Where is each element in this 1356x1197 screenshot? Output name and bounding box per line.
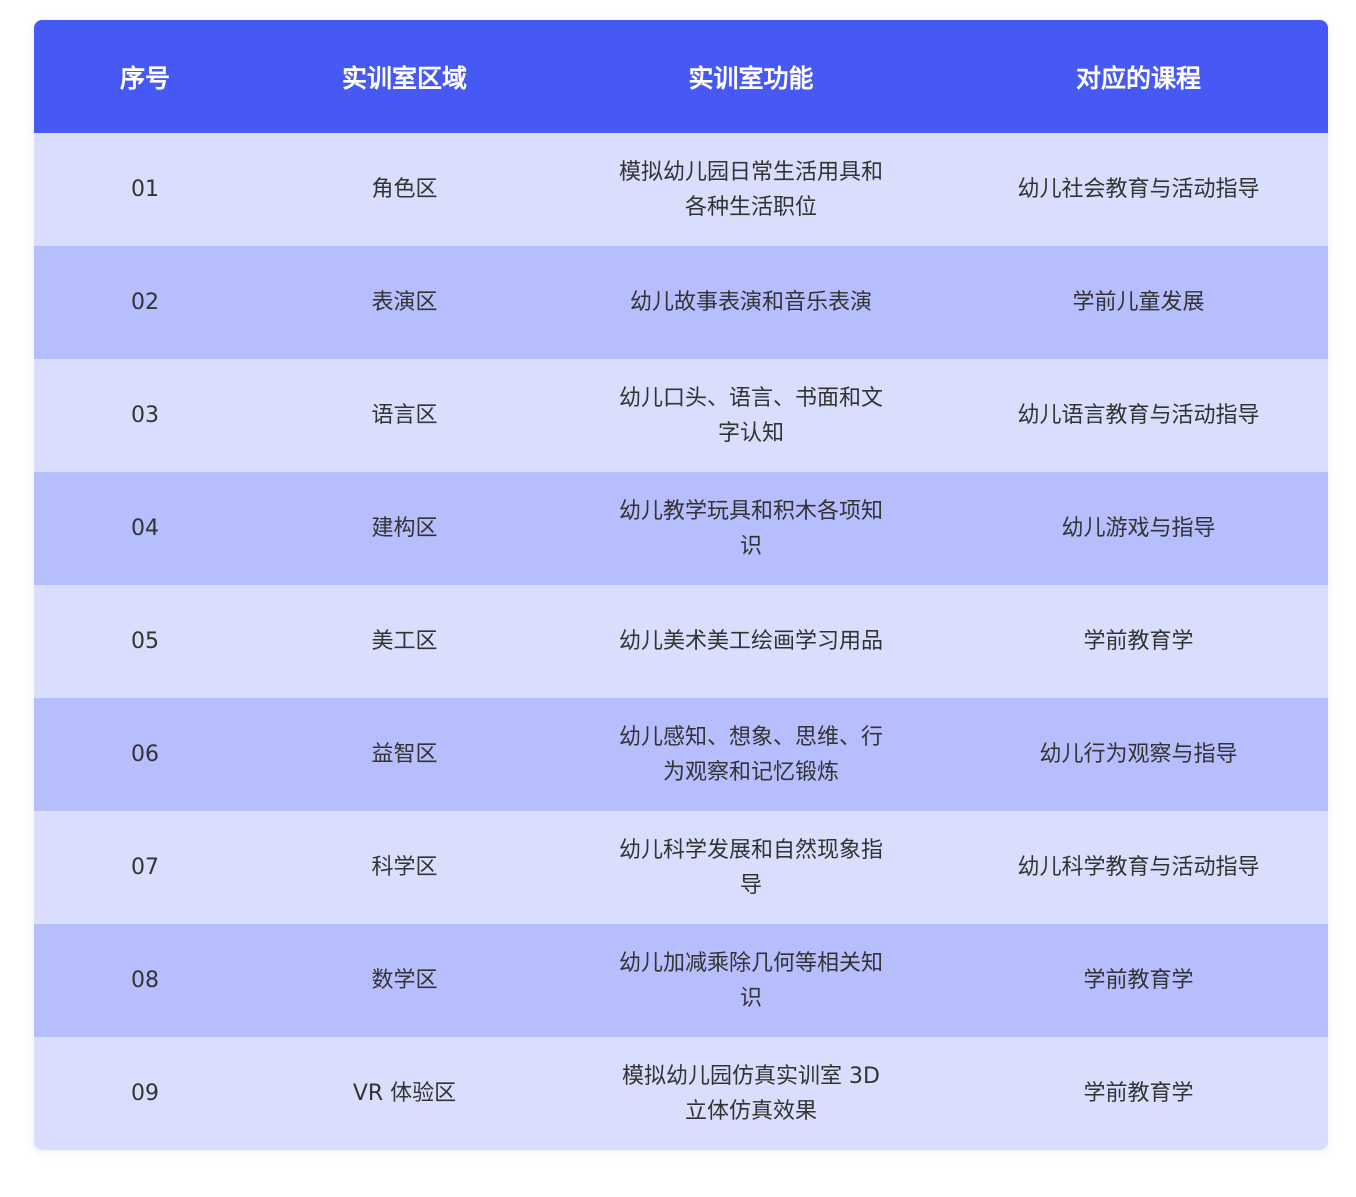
row-function: 模拟幼儿园日常生活用具和各种生活职位 xyxy=(553,133,949,246)
row-area: 数学区 xyxy=(256,924,553,1037)
row-function: 幼儿加减乘除几何等相关知识 xyxy=(553,924,949,1037)
header-function: 实训室功能 xyxy=(553,20,949,133)
row-area: 语言区 xyxy=(256,359,553,472)
row-course: 学前儿童发展 xyxy=(949,246,1328,359)
row-index: 01 xyxy=(34,133,256,246)
table-header: 序号 实训室区域 实训室功能 对应的课程 xyxy=(34,20,1328,133)
header-course: 对应的课程 xyxy=(949,20,1328,133)
row-course: 学前教育学 xyxy=(949,585,1328,698)
row-area: 益智区 xyxy=(256,698,553,811)
row-course: 幼儿行为观察与指导 xyxy=(949,698,1328,811)
training-room-table: 序号 实训室区域 实训室功能 对应的课程 01 角色区 模拟幼儿园日常生活用具和… xyxy=(34,20,1328,1150)
row-area: 建构区 xyxy=(256,472,553,585)
row-function: 幼儿故事表演和音乐表演 xyxy=(553,246,949,359)
row-area: 科学区 xyxy=(256,811,553,924)
table-row: 06 益智区 幼儿感知、想象、思维、行为观察和记忆锻炼 幼儿行为观察与指导 xyxy=(34,698,1328,811)
row-function: 幼儿口头、语言、书面和文字认知 xyxy=(553,359,949,472)
row-course: 学前教育学 xyxy=(949,1037,1328,1150)
row-function: 幼儿感知、想象、思维、行为观察和记忆锻炼 xyxy=(553,698,949,811)
header-row: 序号 实训室区域 实训室功能 对应的课程 xyxy=(34,20,1328,133)
row-index: 04 xyxy=(34,472,256,585)
row-course: 幼儿游戏与指导 xyxy=(949,472,1328,585)
row-course: 幼儿语言教育与活动指导 xyxy=(949,359,1328,472)
row-index: 02 xyxy=(34,246,256,359)
table-body: 01 角色区 模拟幼儿园日常生活用具和各种生活职位 幼儿社会教育与活动指导 02… xyxy=(34,133,1328,1150)
row-area: 角色区 xyxy=(256,133,553,246)
header-area: 实训室区域 xyxy=(256,20,553,133)
table-row: 04 建构区 幼儿教学玩具和积木各项知识 幼儿游戏与指导 xyxy=(34,472,1328,585)
table: 序号 实训室区域 实训室功能 对应的课程 01 角色区 模拟幼儿园日常生活用具和… xyxy=(34,20,1328,1150)
row-index: 03 xyxy=(34,359,256,472)
table-row: 07 科学区 幼儿科学发展和自然现象指导 幼儿科学教育与活动指导 xyxy=(34,811,1328,924)
header-index: 序号 xyxy=(34,20,256,133)
table-row: 05 美工区 幼儿美术美工绘画学习用品 学前教育学 xyxy=(34,585,1328,698)
row-area: 表演区 xyxy=(256,246,553,359)
table-row: 02 表演区 幼儿故事表演和音乐表演 学前儿童发展 xyxy=(34,246,1328,359)
table-row: 08 数学区 幼儿加减乘除几何等相关知识 学前教育学 xyxy=(34,924,1328,1037)
table-row: 01 角色区 模拟幼儿园日常生活用具和各种生活职位 幼儿社会教育与活动指导 xyxy=(34,133,1328,246)
row-index: 09 xyxy=(34,1037,256,1150)
row-index: 05 xyxy=(34,585,256,698)
row-area: VR 体验区 xyxy=(256,1037,553,1150)
row-index: 06 xyxy=(34,698,256,811)
row-course: 幼儿科学教育与活动指导 xyxy=(949,811,1328,924)
row-course: 学前教育学 xyxy=(949,924,1328,1037)
row-function: 幼儿科学发展和自然现象指导 xyxy=(553,811,949,924)
row-function: 模拟幼儿园仿真实训室 3D 立体仿真效果 xyxy=(553,1037,949,1150)
row-function: 幼儿教学玩具和积木各项知识 xyxy=(553,472,949,585)
row-index: 08 xyxy=(34,924,256,1037)
table-row: 09 VR 体验区 模拟幼儿园仿真实训室 3D 立体仿真效果 学前教育学 xyxy=(34,1037,1328,1150)
row-area: 美工区 xyxy=(256,585,553,698)
table-row: 03 语言区 幼儿口头、语言、书面和文字认知 幼儿语言教育与活动指导 xyxy=(34,359,1328,472)
row-function: 幼儿美术美工绘画学习用品 xyxy=(553,585,949,698)
row-course: 幼儿社会教育与活动指导 xyxy=(949,133,1328,246)
row-index: 07 xyxy=(34,811,256,924)
